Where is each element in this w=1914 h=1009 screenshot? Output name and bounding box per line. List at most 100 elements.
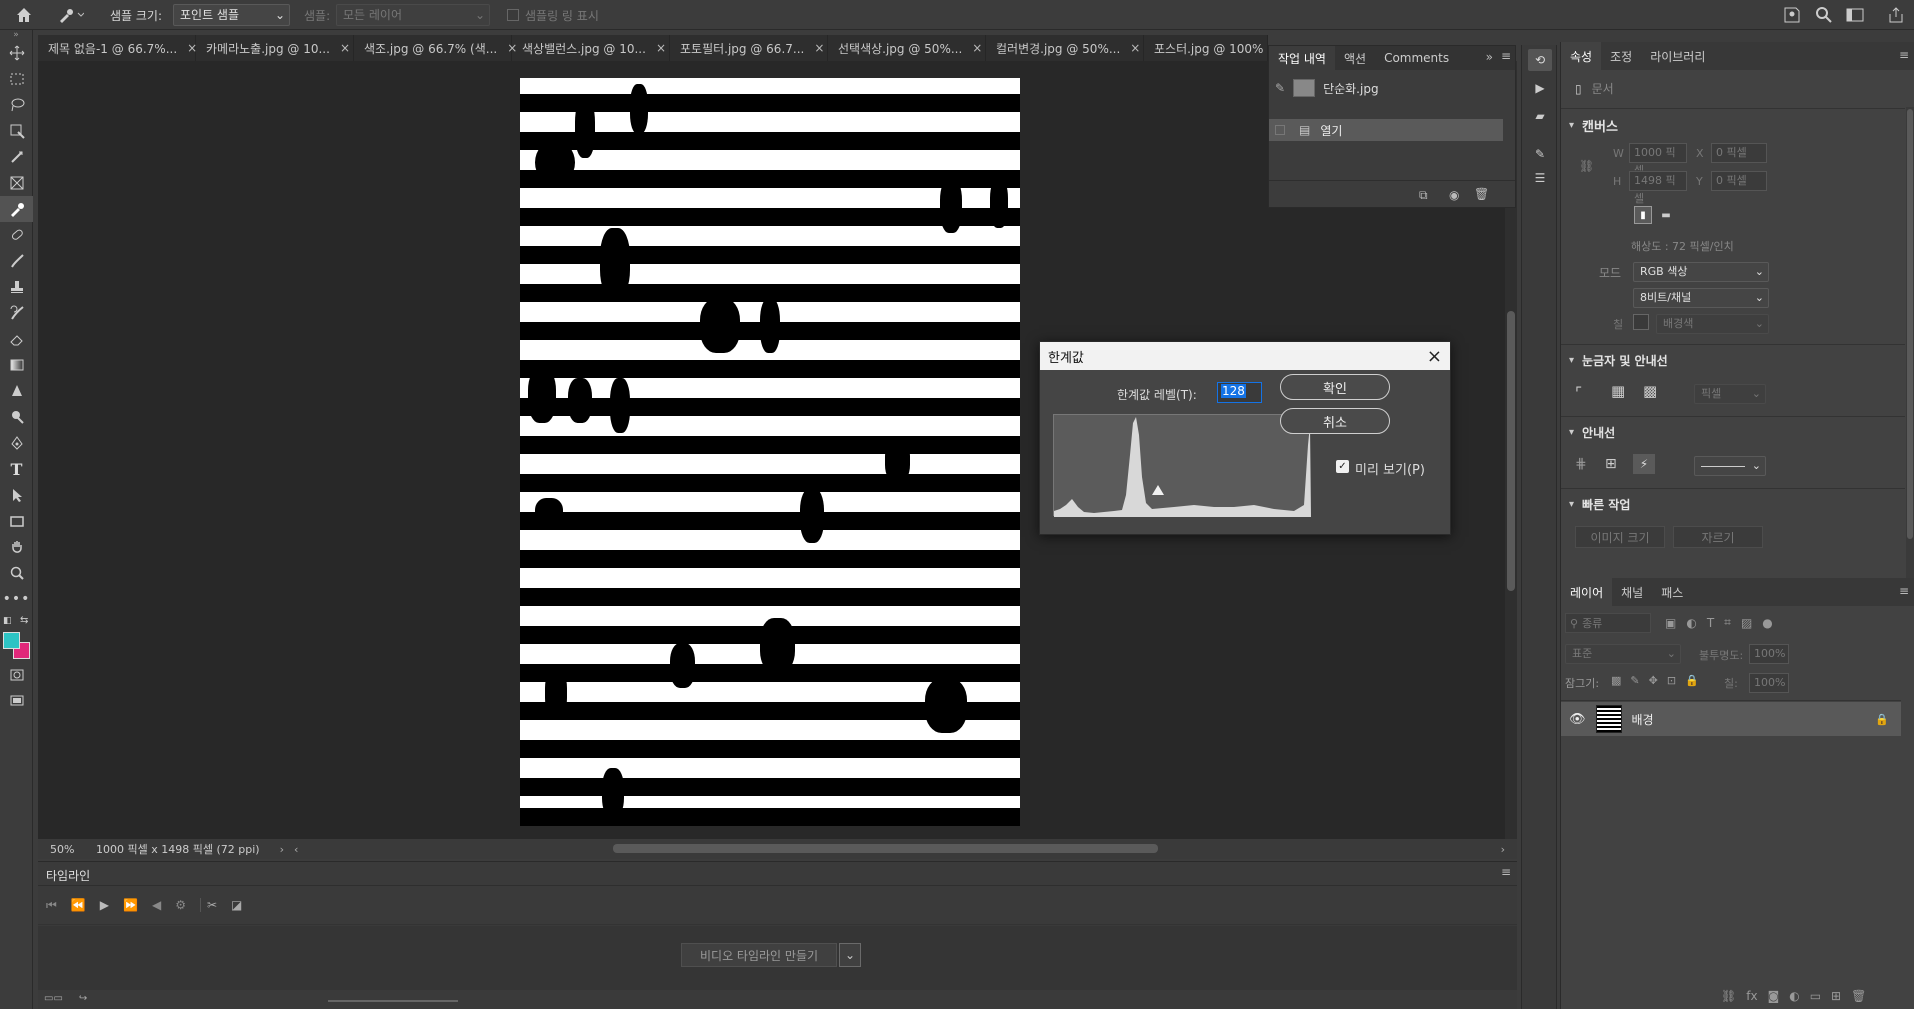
add-mask-icon[interactable]: ◙ — [1768, 989, 1780, 1003]
document-image[interactable] — [520, 78, 1020, 826]
move-tool-icon[interactable] — [0, 40, 33, 66]
marquee-tool-icon[interactable] — [0, 66, 33, 92]
comments-icon[interactable]: ▰ — [1528, 105, 1552, 127]
tab-comments[interactable]: Comments — [1375, 46, 1458, 70]
frame-tool-icon[interactable] — [0, 170, 33, 196]
threshold-level-input[interactable]: 128 — [1217, 382, 1262, 403]
tab-paths[interactable]: 패스 — [1652, 578, 1692, 606]
grid-icon[interactable]: ▦ — [1611, 382, 1625, 400]
threshold-histogram[interactable] — [1053, 414, 1311, 517]
history-state[interactable]: ▤ 열기 — [1269, 119, 1503, 141]
blur-tool-icon[interactable] — [0, 378, 33, 404]
collapse-arrows-icon[interactable]: » — [0, 30, 32, 40]
close-icon[interactable]: × — [814, 41, 824, 55]
history-state-checkbox[interactable] — [1275, 125, 1285, 135]
doc-tab[interactable]: 컬러변경.jpg @ 50%... × — [986, 35, 1144, 61]
type-layer-filter-icon[interactable]: T — [1707, 616, 1714, 630]
trash-icon[interactable]: 🗑 — [1474, 187, 1489, 201]
doc-tab[interactable]: 색상밸런스.jpg @ 10... × — [512, 35, 670, 61]
height-field[interactable]: 1498 픽셀 — [1629, 171, 1687, 205]
lock-pixels-icon[interactable]: ✎ — [1630, 674, 1639, 687]
export-share-icon[interactable] — [1886, 5, 1906, 28]
group-folder-icon[interactable]: ▭ — [1810, 989, 1821, 1003]
layer-row[interactable]: 👁 배경 🔒 — [1561, 702, 1901, 736]
preview-label[interactable]: 미리 보기(P) — [1355, 459, 1425, 478]
more-tools-icon[interactable]: ••• — [0, 586, 33, 612]
dialog-titlebar[interactable]: 한계값 × — [1040, 342, 1450, 370]
guide-style-select[interactable]: ⌄ — [1694, 456, 1766, 476]
ruler-icon[interactable]: ⌜ — [1575, 384, 1582, 402]
layer-style-fx-icon[interactable]: fx — [1746, 989, 1757, 1003]
rectangle-tool-icon[interactable] — [0, 508, 33, 534]
close-icon[interactable]: × — [972, 41, 982, 55]
properties-scroll-thumb[interactable] — [1907, 109, 1913, 539]
pixel-grid-icon[interactable]: ▩ — [1643, 382, 1657, 400]
dodge-tool-icon[interactable] — [0, 404, 33, 430]
doc-tab[interactable]: 선택색상.jpg @ 50%... × — [828, 35, 986, 61]
status-menu-arrow-icon[interactable]: › — [280, 843, 284, 856]
lock-artboard-icon[interactable]: ⊡ — [1667, 674, 1676, 687]
ok-button[interactable]: 확인 — [1280, 374, 1390, 400]
lock-all-icon[interactable]: 🔒 — [1685, 674, 1699, 687]
link-layers-icon[interactable]: ⛓ — [1721, 989, 1736, 1003]
chevron-down-icon[interactable]: ▾ — [1569, 499, 1574, 510]
close-icon[interactable]: × — [656, 41, 666, 55]
smart-guides-icon[interactable]: ⚡ — [1633, 454, 1655, 474]
close-icon[interactable]: × — [1130, 41, 1140, 55]
default-colors-icon[interactable]: ◧ — [3, 616, 12, 626]
ruler-unit-select[interactable]: 픽셀 ⌄ — [1694, 384, 1766, 404]
y-field[interactable]: 0 픽셀 — [1711, 171, 1767, 191]
pen-tool-icon[interactable] — [0, 430, 33, 456]
new-guide-icon[interactable]: ⊞ — [1605, 456, 1617, 472]
panel-menu-icon[interactable]: ≡ — [1899, 48, 1909, 62]
shape-layer-filter-icon[interactable]: ⌗ — [1724, 615, 1731, 630]
history-brush-tool-icon[interactable] — [0, 300, 33, 326]
expand-panel-icon[interactable]: » — [1486, 50, 1493, 64]
width-field[interactable]: 1000 픽셀 — [1629, 143, 1687, 177]
brush-settings-icon[interactable]: ✎ — [1528, 143, 1552, 165]
fill-field[interactable]: 100% — [1749, 673, 1789, 693]
bit-depth-select[interactable]: 8비트/채널 ⌄ — [1633, 288, 1769, 308]
fill-select[interactable]: 배경색 ⌄ — [1656, 314, 1769, 334]
tab-properties[interactable]: 속성 — [1561, 42, 1602, 70]
properties-scrollbar[interactable] — [1906, 107, 1914, 587]
chevron-down-icon[interactable]: ⌄ — [839, 943, 862, 967]
render-icon[interactable]: ↪ — [79, 993, 87, 1004]
eyedropper-tool-preset-icon[interactable] — [56, 5, 85, 28]
adjustments-sliders-icon[interactable]: ☰ — [1528, 167, 1552, 189]
path-selection-tool-icon[interactable] — [0, 482, 33, 508]
blend-mode-select[interactable]: 표준 ⌄ — [1565, 644, 1681, 664]
tab-history[interactable]: 작업 내역 — [1269, 46, 1335, 70]
close-icon[interactable]: × — [1427, 346, 1442, 367]
crop-button[interactable]: 자르기 — [1673, 526, 1763, 548]
show-ring-checkbox[interactable] — [507, 9, 519, 21]
crop-tool-icon[interactable] — [0, 144, 33, 170]
swap-colors-icon[interactable]: ⇆ — [20, 615, 28, 626]
zoom-slider[interactable] — [328, 1000, 458, 1002]
color-mode-select[interactable]: RGB 색상 ⌄ — [1633, 262, 1769, 282]
screen-mode-icon[interactable] — [0, 688, 33, 714]
portrait-orientation-icon[interactable]: ▮ — [1634, 206, 1652, 224]
chevron-down-icon[interactable]: ▾ — [1569, 427, 1574, 438]
camera-snapshot-icon[interactable]: ◉ — [1449, 188, 1459, 202]
doc-tab[interactable]: 카메라노출.jpg @ 10... × — [196, 35, 354, 61]
panel-menu-icon[interactable]: ≡ — [1899, 584, 1909, 598]
x-field[interactable]: 0 픽셀 — [1711, 143, 1767, 163]
eraser-tool-icon[interactable] — [0, 326, 33, 352]
layer-filter-select[interactable]: ⚲ 종류 — [1565, 613, 1651, 633]
adjustment-layer-icon[interactable]: ◐ — [1789, 989, 1799, 1003]
brush-tool-icon[interactable] — [0, 248, 33, 274]
foreground-color-swatch[interactable] — [3, 632, 20, 649]
tab-libraries[interactable]: 라이브러리 — [1641, 42, 1714, 70]
panel-menu-icon[interactable]: ≡ — [1501, 865, 1511, 879]
type-tool-icon[interactable]: T — [0, 456, 33, 482]
healing-brush-tool-icon[interactable] — [0, 222, 33, 248]
workspace-icon[interactable] — [1845, 5, 1865, 28]
cancel-button[interactable]: 취소 — [1280, 408, 1390, 434]
fill-swatch[interactable] — [1633, 314, 1649, 330]
chevron-down-icon[interactable]: ▾ — [1569, 120, 1574, 131]
eyedropper-tool-icon[interactable] — [0, 196, 33, 222]
threshold-slider-handle[interactable] — [1152, 485, 1164, 495]
lock-transparency-icon[interactable]: ▩ — [1611, 674, 1621, 687]
visibility-eye-icon[interactable]: 👁 — [1569, 712, 1586, 727]
